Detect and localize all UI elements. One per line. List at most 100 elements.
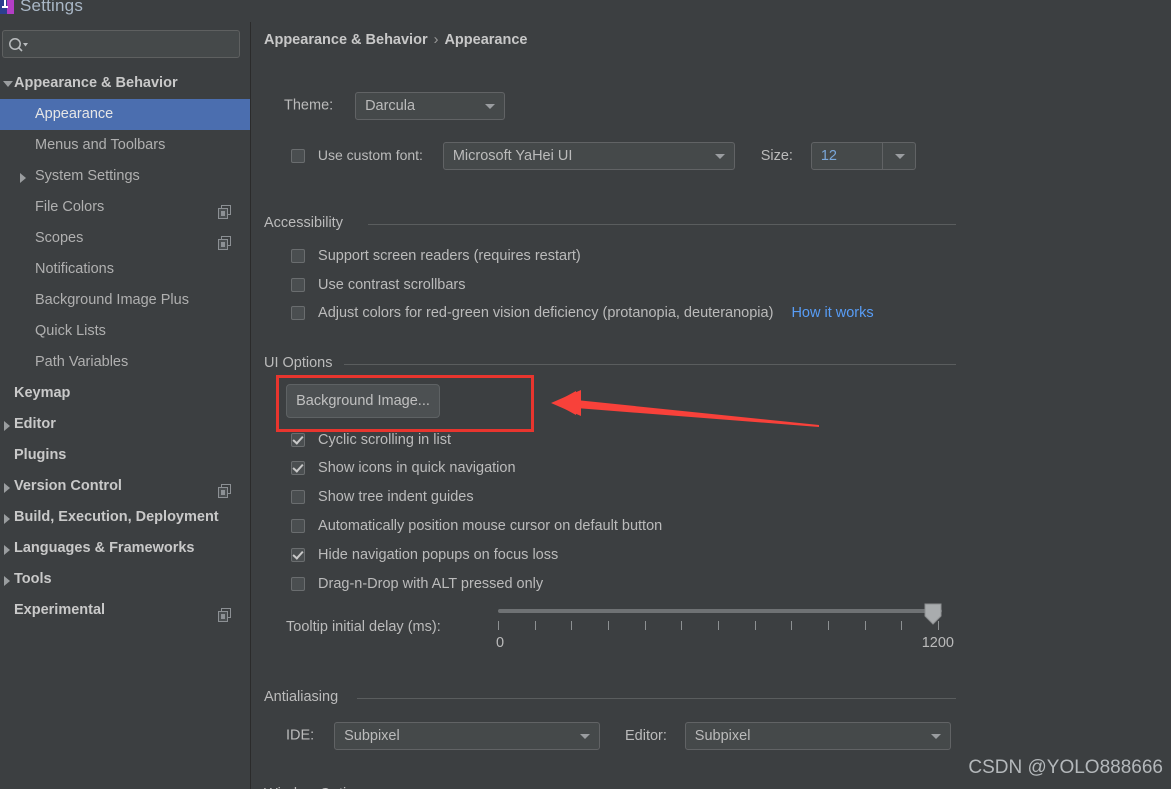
checkbox-label: Automatically position mouse cursor on d… — [318, 518, 663, 535]
slider-thumb[interactable] — [924, 603, 942, 625]
search-input[interactable] — [29, 31, 239, 59]
ide-antialiasing-value: Subpixel — [344, 728, 400, 744]
sidebar-item-appearance[interactable]: Appearance — [0, 99, 250, 130]
slider-tick — [901, 621, 903, 630]
slider-tick — [534, 621, 536, 630]
settings-sidebar: Appearance & Behavior Appearance Menus and… — [0, 22, 251, 789]
sidebar-item-build-execution-deployment[interactable]: Build, Execution, Deployment — [0, 502, 250, 533]
sidebar-item-tools[interactable]: Tools — [0, 564, 250, 595]
theme-label: Theme: — [284, 97, 334, 114]
accessibility-group-header: Accessibility — [264, 214, 956, 231]
slider-track[interactable] — [498, 609, 942, 613]
copy-icon[interactable] — [218, 231, 232, 250]
checkbox-label: Show tree indent guides — [318, 489, 474, 506]
sidebar-item-system-settings[interactable]: System Settings — [0, 161, 250, 192]
font-size-label: Size: — [760, 147, 793, 164]
chevron-right-icon[interactable] — [18, 161, 30, 192]
window-options-group-header: Window Options — [264, 785, 370, 789]
slider-tick — [754, 621, 756, 630]
sidebar-item-label: Appearance & Behavior — [14, 75, 178, 91]
chevron-down-icon[interactable] — [2, 68, 14, 99]
theme-combobox[interactable]: Darcula — [355, 92, 506, 120]
sidebar-item-notifications[interactable]: Notifications — [0, 254, 250, 285]
slider-tick — [498, 621, 499, 630]
breadcrumb-parent[interactable]: Appearance & Behavior — [264, 32, 428, 48]
search-box[interactable] — [2, 30, 240, 59]
ide-antialiasing-combobox[interactable]: Subpixel — [334, 722, 601, 750]
sidebar-item-languages-frameworks[interactable]: Languages & Frameworks — [0, 533, 250, 564]
chevron-right-icon[interactable] — [2, 533, 14, 564]
how-it-works-link[interactable]: How it works — [791, 305, 873, 321]
checkbox-auto-position-mouse-cursor[interactable]: Automatically position mouse cursor on d… — [291, 518, 662, 534]
sidebar-item-menus-and-toolbars[interactable]: Menus and Toolbars — [0, 130, 250, 161]
copy-icon[interactable] — [218, 200, 232, 219]
checkbox-adjust-colors-color-deficiency[interactable]: Adjust colors for red-green vision defic… — [291, 305, 874, 321]
sidebar-item-background-image-plus[interactable]: Background Image Plus — [0, 285, 250, 316]
sidebar-item-label: Tools — [14, 571, 52, 587]
chevron-right-icon[interactable] — [2, 409, 14, 440]
checkbox-label: Show icons in quick navigation — [318, 460, 516, 477]
copy-icon[interactable] — [218, 603, 232, 622]
checkbox-label: Adjust colors for red-green vision defic… — [318, 305, 774, 322]
checkbox-hide-navigation-popups[interactable]: Hide navigation popups on focus loss — [291, 547, 558, 563]
checkbox-label: Hide navigation popups on focus loss — [318, 547, 559, 564]
slider-max-label: 1200 — [921, 635, 954, 651]
slider-tick — [828, 621, 829, 630]
settings-tree: Appearance & Behavior Appearance Menus and… — [0, 68, 250, 626]
font-size-spinner[interactable]: 12 — [810, 142, 916, 170]
sidebar-item-file-colors[interactable]: File Colors — [0, 192, 250, 223]
sidebar-item-editor[interactable]: Editor — [0, 409, 250, 440]
checkbox-box[interactable] — [291, 278, 305, 293]
use-custom-font-checkbox[interactable] — [291, 149, 305, 163]
antialiasing-row: IDE: Subpixel Editor: Subpixel — [286, 722, 951, 750]
antialiasing-title: Antialiasing — [264, 689, 339, 705]
watermark: CSDN @YOLO888666 — [968, 757, 1163, 778]
checkbox-show-tree-indent-guides[interactable]: Show tree indent guides — [291, 489, 474, 505]
sidebar-item-experimental[interactable]: Experimental — [0, 595, 250, 626]
checkbox-box[interactable] — [291, 433, 305, 448]
search-icon — [7, 36, 29, 54]
editor-antialiasing-combobox[interactable]: Subpixel — [684, 722, 951, 750]
theme-row: Theme: Darcula — [284, 92, 506, 120]
checkbox-box[interactable] — [291, 490, 305, 505]
sidebar-item-scopes[interactable]: Scopes — [0, 223, 250, 254]
custom-font-value: Microsoft YaHei UI — [452, 148, 573, 164]
breadcrumb-current: Appearance — [444, 32, 528, 48]
sidebar-item-keymap[interactable]: Keymap — [0, 378, 250, 409]
slider-tick — [571, 621, 573, 630]
editor-antialiasing-value: Subpixel — [694, 728, 751, 744]
sidebar-item-label: File Colors — [35, 199, 105, 215]
checkbox-use-contrast-scrollbars[interactable]: Use contrast scrollbars — [291, 277, 466, 293]
custom-font-combobox[interactable]: Microsoft YaHei UI — [442, 142, 735, 170]
checkbox-box[interactable] — [291, 249, 305, 264]
tooltip-delay-label-wrap: Tooltip initial delay (ms): — [286, 618, 441, 635]
sidebar-item-plugins[interactable]: Plugins — [0, 440, 250, 471]
checkbox-show-icons-quick-navigation[interactable]: Show icons in quick navigation — [291, 460, 516, 476]
checkbox-label: Drag-n-Drop with ALT pressed only — [318, 576, 544, 593]
checkbox-box[interactable] — [291, 306, 305, 321]
copy-icon[interactable] — [218, 479, 232, 498]
annotation-highlight-box — [276, 375, 534, 432]
annotation-arrow-icon — [551, 390, 819, 427]
tooltip-delay-slider[interactable]: 0 1200 — [496, 603, 954, 659]
sidebar-item-version-control[interactable]: Version Control — [0, 471, 250, 502]
chevron-right-icon[interactable] — [2, 471, 14, 502]
checkbox-box[interactable] — [291, 461, 305, 476]
ui-options-group-header: UI Options — [264, 354, 956, 371]
checkbox-cyclic-scrolling[interactable]: Cyclic scrolling in list — [291, 432, 451, 448]
ui-options-title: UI Options — [264, 355, 333, 371]
sidebar-item-label: Keymap — [14, 385, 71, 401]
sidebar-item-appearance-behavior[interactable]: Appearance & Behavior — [0, 68, 250, 99]
chevron-right-icon[interactable] — [2, 564, 14, 595]
checkbox-support-screen-readers[interactable]: Support screen readers (requires restart… — [291, 248, 581, 264]
checkbox-drag-n-drop-alt[interactable]: Drag-n-Drop with ALT pressed only — [291, 576, 543, 592]
checkbox-box[interactable] — [291, 577, 305, 592]
checkbox-box[interactable] — [291, 548, 305, 563]
chevron-right-icon[interactable] — [2, 502, 14, 533]
intellij-idea-icon — [0, 0, 14, 18]
accessibility-title: Accessibility — [264, 215, 343, 231]
sidebar-item-path-variables[interactable]: Path Variables — [0, 347, 250, 378]
checkbox-box[interactable] — [291, 519, 305, 534]
sidebar-item-quick-lists[interactable]: Quick Lists — [0, 316, 250, 347]
sidebar-item-label: Build, Execution, Deployment — [14, 509, 219, 525]
